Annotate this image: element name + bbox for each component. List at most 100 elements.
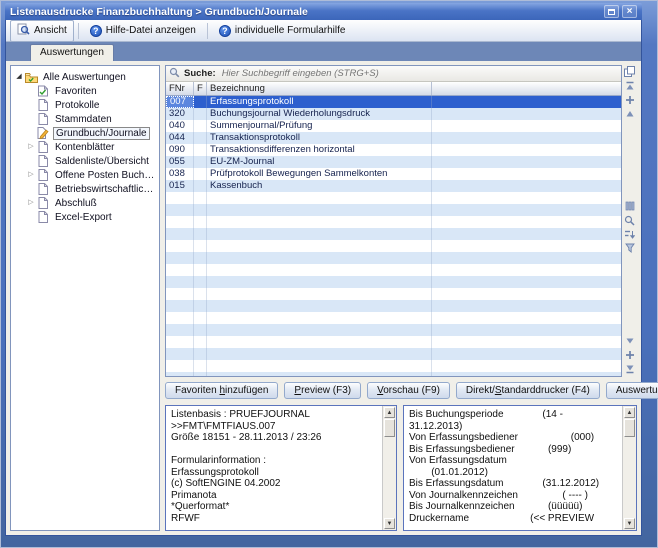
info-line: Von Erfassungsbediener (000) [409,432,620,444]
cell-fnr [166,192,194,204]
next-record-icon[interactable] [624,335,636,346]
cell-fnr [166,348,194,360]
table-row-empty[interactable] [166,216,621,228]
scroll-up-icon[interactable]: ▲ [384,407,395,418]
table-row-empty[interactable] [166,312,621,324]
search-records-icon[interactable] [624,215,636,226]
cell-fnr [166,228,194,240]
scrollbar-track[interactable] [624,419,635,517]
tree-item-excel-export[interactable]: Excel-Export [12,210,158,224]
close-window-button[interactable]: × [622,5,637,18]
table-row-empty[interactable] [166,264,621,276]
tree-item-betriebswirtschaftliche-auswertungen[interactable]: Betriebswirtschaftliche Auswertungen [12,182,158,196]
individual-form-help-button[interactable]: ? individuelle Formularhilfe [212,22,353,40]
first-record-icon[interactable] [624,80,636,91]
tree-item-abschluss[interactable]: ▷Abschluß [12,196,158,210]
table-row-320[interactable]: 320Buchungsjournal Wiederholungsdruck [166,108,621,120]
tree-item-kontenblaetter[interactable]: ▷Kontenblätter [12,140,158,154]
cell-fnr [166,288,194,300]
table-row-empty[interactable] [166,336,621,348]
search-input[interactable] [220,67,618,80]
table-header[interactable]: FNrFBezeichnung [166,82,621,96]
last-record-icon[interactable] [624,363,636,374]
table-row-empty[interactable] [166,192,621,204]
table-row-empty[interactable] [166,252,621,264]
collapse-icon[interactable]: ◢ [14,70,24,84]
list-info-text: Listenbasis : PRUEFJOURNAL>>FMT\FMTFIAUS… [166,406,382,530]
cell-rest [432,276,621,288]
scroll-down-icon[interactable]: ▼ [384,518,395,529]
page-icon [36,99,50,111]
table-row-empty[interactable] [166,204,621,216]
scrollbar-track[interactable] [384,419,395,517]
expand-icon[interactable]: ▷ [26,140,36,154]
tree-item-offene-posten-buchhaltung[interactable]: ▷Offene Posten Buchhaltung [12,168,158,182]
help-file-button[interactable]: ? Hilfe-Datei anzeigen [83,22,203,40]
ansicht-button[interactable]: Ansicht [10,20,74,42]
previous-record-icon[interactable] [624,108,636,119]
list-info-scrollbar[interactable]: ▲ ▼ [382,406,396,530]
table-row-empty[interactable] [166,288,621,300]
table-row-090[interactable]: 090Transaktionsdifferenzen horizontal [166,144,621,156]
scroll-up-icon[interactable]: ▲ [624,407,635,418]
tree-item-favoriten[interactable]: Favoriten [12,84,158,98]
cell-favorite [194,372,207,376]
page-icon [36,197,50,209]
table-row-empty[interactable] [166,300,621,312]
table-row-empty[interactable] [166,360,621,372]
tree-item-stammdaten[interactable]: Stammdaten [12,112,158,126]
expand-icon[interactable]: ▷ [26,196,36,210]
cell-rest [432,348,621,360]
column-header-FNr[interactable]: FNr [166,82,194,95]
column-header-rest[interactable] [432,82,621,95]
info-line: Erfassungsprotokoll [171,467,380,479]
column-header-F[interactable]: F [194,82,207,95]
cell-rest [432,180,621,192]
insert-icon[interactable] [624,94,636,105]
cell-favorite [194,120,207,132]
table-row-015[interactable]: 015 Kassenbuch [166,180,621,192]
cell-rest [432,132,621,144]
tree-item-alle-auswertungen[interactable]: ◢Alle Auswertungen [12,70,158,84]
scroll-down-icon[interactable]: ▼ [624,518,635,529]
append-icon[interactable] [624,349,636,360]
scrollbar-thumb[interactable] [384,419,395,437]
print-report-button[interactable]: Auswertung drucken [606,382,658,399]
restore-window-button[interactable] [604,5,619,18]
column-header-Bezeichnung[interactable]: Bezeichnung [207,82,432,95]
table-row-empty[interactable] [166,240,621,252]
table-row-empty[interactable] [166,228,621,240]
vorschau-button[interactable]: Vorschau (F9) [367,382,450,399]
table-row-empty[interactable] [166,348,621,360]
direct-standard-printer-button[interactable]: Direkt/Standarddrucker (F4) [456,382,600,399]
parameters-scrollbar[interactable]: ▲ ▼ [622,406,636,530]
table-row-empty[interactable] [166,324,621,336]
table-row-007[interactable]: 007Erfassungsprotokoll [166,96,621,108]
tree-item-grundbuch-journale[interactable]: Grundbuch/Journale [12,126,158,140]
search-label: Suche: [184,68,216,79]
filter-icon[interactable] [624,243,636,254]
info-panels: Listenbasis : PRUEFJOURNAL>>FMT\FMTFIAUS… [165,405,637,531]
cell-fnr: 015 [166,180,194,192]
table-row-empty[interactable] [166,372,621,376]
cell-fnr: 007 [166,96,194,108]
tab-auswertungen[interactable]: Auswertungen [30,44,114,61]
scrollbar-thumb[interactable] [624,419,635,437]
tree-item-saldenliste-uebersicht[interactable]: Saldenliste/Übersicht [12,154,158,168]
add-favorites-button[interactable]: Favoriten hinzufügen [165,382,278,399]
sort-icon[interactable] [624,229,636,240]
column-chooser-icon[interactable] [624,201,636,212]
expand-icon[interactable]: ▷ [26,168,36,182]
cell-bezeichnung: Kassenbuch [207,180,432,192]
copy-icon[interactable] [624,66,636,77]
preview-button[interactable]: Preview (F3) [284,382,361,399]
table-row-038[interactable]: 038Prüfprotokoll Bewegungen Sammelkonten [166,168,621,180]
table-row-empty[interactable] [166,276,621,288]
cell-rest [432,312,621,324]
table-row-055[interactable]: 055EU-ZM-Journal [166,156,621,168]
tree-item-protokolle[interactable]: Protokolle [12,98,158,112]
search-icon [169,65,180,83]
tree-item-label: Betriebswirtschaftliche Auswertungen [53,184,158,195]
table-row-044[interactable]: 044Transaktionsprotokoll [166,132,621,144]
table-row-040[interactable]: 040Summenjournal/Prüfung [166,120,621,132]
